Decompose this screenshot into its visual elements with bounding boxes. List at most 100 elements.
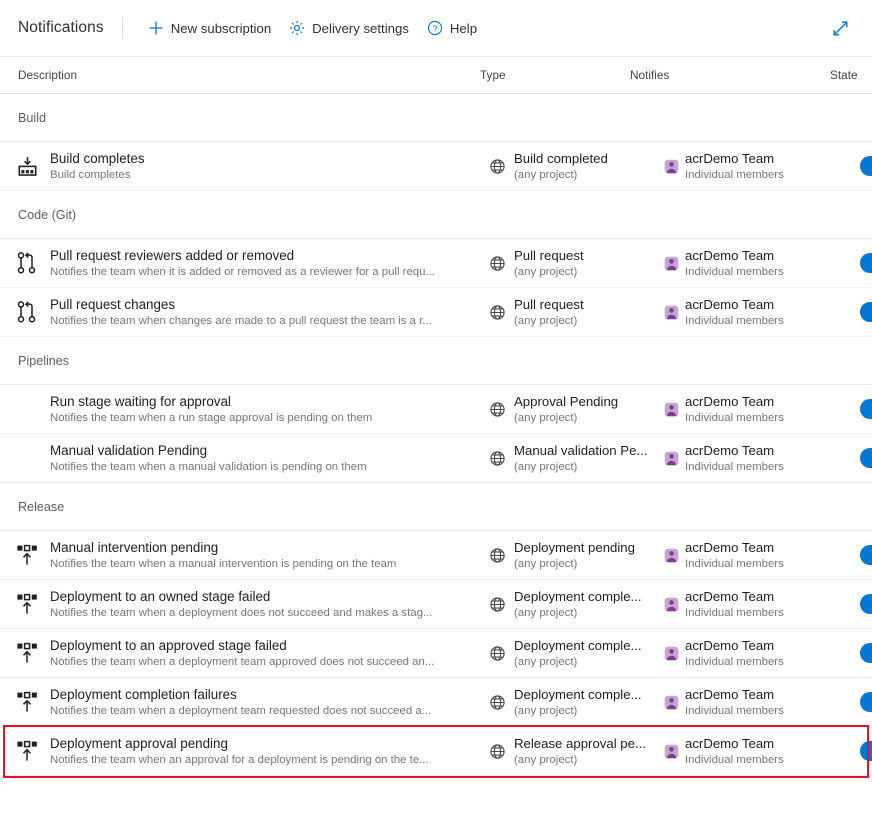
row-title: Build completes: [50, 150, 145, 166]
table-row[interactable]: Deployment to an approved stage failed No…: [0, 629, 872, 678]
release-icon: [17, 593, 37, 614]
row-title: Pull request changes: [50, 296, 176, 312]
globe-icon: [489, 645, 505, 661]
row-type: Release approval pe...: [514, 735, 646, 751]
state-toggle[interactable]: [860, 399, 872, 419]
row-notifies-target: acrDemo Team: [685, 442, 775, 458]
row-description-text: Manual validation Pending Notifies the te…: [50, 442, 480, 475]
row-title: Run stage waiting for approval: [50, 393, 231, 409]
row-type: Build completed: [514, 150, 608, 166]
column-header-notifies: Notifies: [630, 68, 670, 82]
row-description-text: Run stage waiting for approval Notifies t…: [50, 393, 480, 426]
group-header-code-git-: Code (Git): [0, 191, 872, 239]
state-toggle[interactable]: [860, 741, 872, 761]
row-description-text: Deployment approval pending Notifies the …: [50, 735, 480, 768]
row-notifies-target: acrDemo Team: [685, 588, 775, 604]
state-toggle[interactable]: [860, 448, 872, 468]
table-row[interactable]: Manual intervention pending Notifies the …: [0, 531, 872, 580]
row-state-cell: [860, 545, 872, 565]
table-row[interactable]: Manual validation Pending Notifies the te…: [0, 434, 872, 483]
toolbar-action-help[interactable]: ? Help: [418, 12, 486, 44]
table-row[interactable]: Deployment completion failures Notifies t…: [0, 678, 872, 727]
gear-icon: [290, 20, 305, 36]
release-icon: [14, 640, 40, 666]
expand-full-screen-button[interactable]: [824, 12, 856, 44]
pull-request-icon: [14, 299, 40, 325]
state-toggle[interactable]: [860, 302, 872, 322]
row-notifies-cell: acrDemo Team Individual members: [664, 686, 860, 719]
row-subtitle: Notifies the team when a deployment does…: [50, 606, 433, 619]
row-notifies-text: acrDemo Team Individual members: [685, 637, 784, 670]
state-toggle[interactable]: [860, 692, 872, 712]
scope-globe-cell: [480, 255, 514, 272]
plus-icon: [148, 20, 164, 36]
scope-globe-cell: [480, 304, 514, 321]
state-toggle[interactable]: [860, 545, 872, 565]
row-title: Deployment to an approved stage failed: [50, 637, 287, 653]
row-notifies-cell: acrDemo Team Individual members: [664, 393, 860, 426]
page-title: Notifications: [18, 19, 104, 36]
row-notifies-text: acrDemo Team Individual members: [685, 735, 784, 768]
row-type: Manual validation Pe...: [514, 442, 648, 458]
row-notifies-cell: acrDemo Team Individual members: [664, 735, 860, 768]
row-type-scope: (any project): [514, 460, 578, 473]
row-type: Deployment pending: [514, 539, 635, 555]
row-type-cell: Approval Pending (any project): [514, 393, 664, 426]
row-type-scope: (any project): [514, 655, 578, 668]
row-notifies-target: acrDemo Team: [685, 247, 775, 263]
row-state-cell: [860, 643, 872, 663]
team-icon: [664, 597, 679, 611]
row-title: Pull request reviewers added or removed: [50, 247, 295, 263]
row-type: Deployment comple...: [514, 637, 642, 653]
row-type-cell: Deployment comple... (any project): [514, 637, 664, 670]
row-notifies-target: acrDemo Team: [685, 393, 775, 409]
table-row[interactable]: Run stage waiting for approval Notifies t…: [0, 385, 872, 434]
globe-icon: [489, 304, 505, 320]
state-toggle[interactable]: [860, 253, 872, 273]
row-notifies-scope: Individual members: [685, 265, 784, 278]
toolbar-action-new-subscription[interactable]: New subscription: [139, 12, 280, 44]
row-description-text: Pull request reviewers added or removed N…: [50, 247, 480, 280]
row-title: Deployment to an owned stage failed: [50, 588, 271, 604]
table-row[interactable]: Deployment approval pending Notifies the …: [0, 727, 872, 776]
row-type-cell: Pull request (any project): [514, 247, 664, 280]
row-notifies-cell: acrDemo Team Individual members: [664, 296, 860, 329]
group-header-pipelines: Pipelines: [0, 337, 872, 385]
row-type-cell: Deployment comple... (any project): [514, 686, 664, 719]
row-description-cell: Deployment completion failures Notifies t…: [14, 686, 480, 719]
scope-globe-cell: [480, 547, 514, 564]
page-toolbar: Notifications New subscription Delivery s…: [0, 0, 872, 56]
state-toggle[interactable]: [860, 156, 872, 176]
row-title: Manual validation Pending: [50, 442, 208, 458]
row-subtitle: Notifies the team when a run stage appro…: [50, 411, 373, 424]
row-title: Deployment approval pending: [50, 735, 228, 751]
pull-request-icon: [17, 301, 36, 323]
release-icon: [14, 591, 40, 617]
table-row[interactable]: Build completes Build completes Build comp…: [0, 142, 872, 191]
toolbar-action-delivery-settings[interactable]: Delivery settings: [280, 12, 418, 44]
state-toggle[interactable]: [860, 594, 872, 614]
group-header-build: Build: [0, 94, 872, 142]
table-row[interactable]: Pull request changes Notifies the team wh…: [0, 288, 872, 337]
release-icon: [14, 738, 40, 764]
scope-globe-cell: [480, 450, 514, 467]
row-type-cell: Release approval pe... (any project): [514, 735, 664, 768]
toolbar-action-label: Help: [449, 20, 478, 36]
table-row[interactable]: Deployment to an owned stage failed Notif…: [0, 580, 872, 629]
row-subtitle: Notifies the team when a deployment team…: [50, 704, 432, 717]
row-type-cell: Manual validation Pe... (any project): [514, 442, 664, 475]
row-subtitle: Build completes: [50, 168, 131, 181]
row-type-scope: (any project): [514, 411, 578, 424]
gear-icon: [289, 20, 305, 36]
globe-icon: [489, 596, 505, 612]
build-icon: [17, 156, 36, 176]
row-type: Deployment comple...: [514, 686, 642, 702]
row-notifies-cell: acrDemo Team Individual members: [664, 588, 860, 621]
row-state-cell: [860, 448, 872, 468]
row-type-cell: Build completed (any project): [514, 150, 664, 183]
table-row[interactable]: Pull request reviewers added or removed N…: [0, 239, 872, 288]
state-toggle[interactable]: [860, 643, 872, 663]
row-notifies-text: acrDemo Team Individual members: [685, 539, 784, 572]
row-type: Pull request: [514, 296, 584, 312]
row-state-cell: [860, 253, 872, 273]
